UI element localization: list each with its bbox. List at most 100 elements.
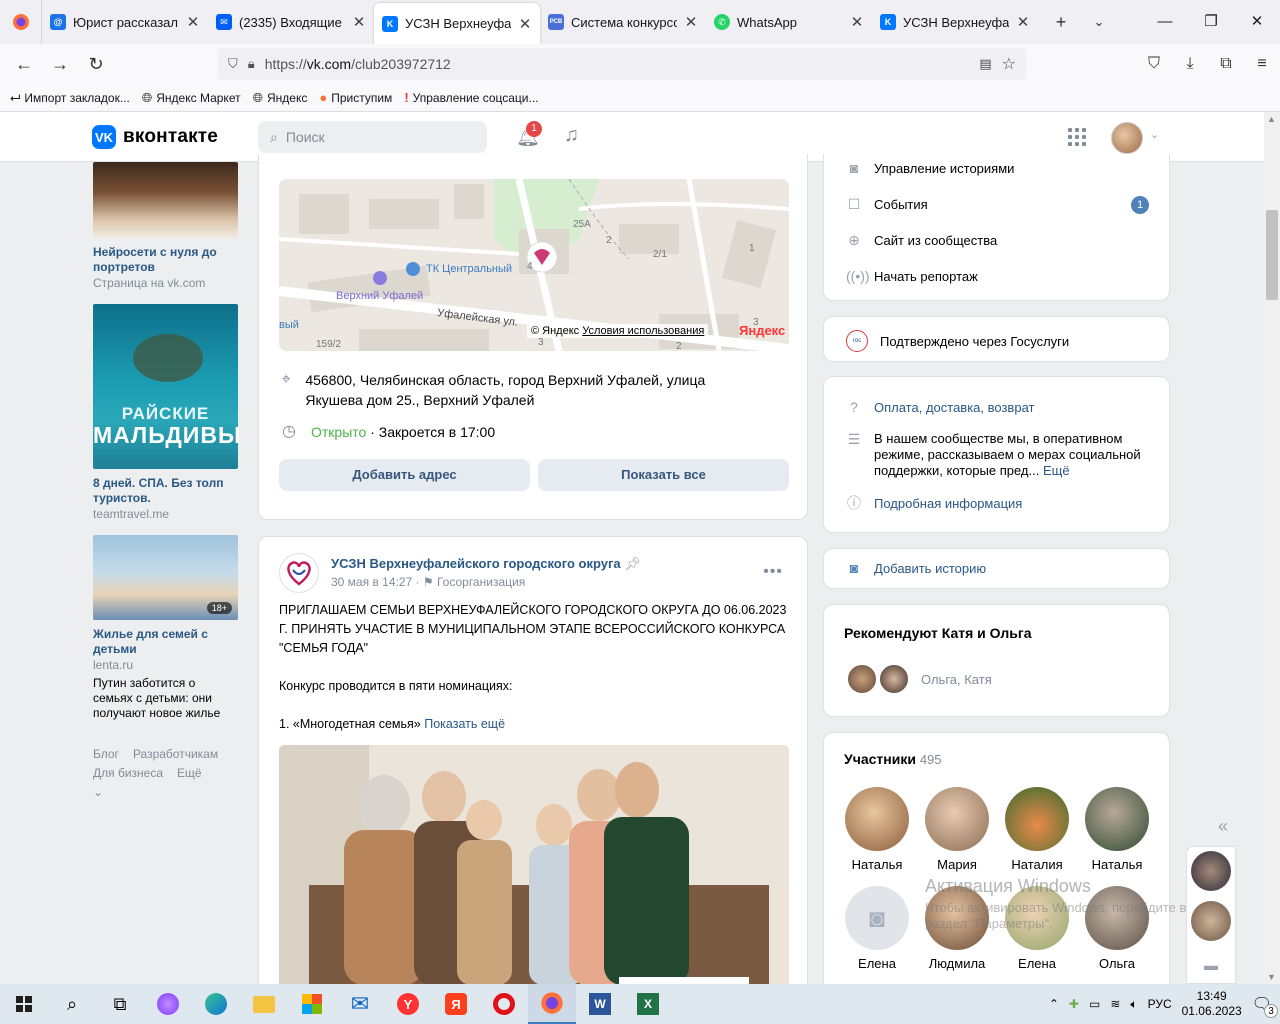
add-story-card[interactable]: ◙ Добавить историю bbox=[823, 548, 1170, 589]
map[interactable]: ТК Центральный Верхний Уфалей Уфалейская… bbox=[279, 179, 789, 351]
tab-list-chevron-icon[interactable]: ⌄ bbox=[1080, 14, 1118, 30]
tab-konkurs[interactable]: РСВ Система конкурсо ✕ bbox=[540, 0, 706, 44]
ad-family[interactable]: 18+ Жилье для семей с детьми lenta.ru Пу… bbox=[93, 535, 238, 721]
close-tab-icon[interactable]: ✕ bbox=[186, 13, 200, 31]
volume-icon[interactable]: 🔈︎ bbox=[1130, 997, 1137, 1012]
members-title[interactable]: Участники 495 bbox=[844, 751, 942, 767]
menu-site[interactable]: ⊕ Сайт из сообщества bbox=[846, 232, 997, 248]
show-more-link[interactable]: Показать ещё bbox=[424, 717, 505, 731]
language-indicator[interactable]: РУС bbox=[1148, 997, 1172, 1011]
close-tab-icon[interactable]: ✕ bbox=[518, 15, 532, 33]
tray-chevron-up-icon[interactable]: ⌃ bbox=[1049, 997, 1059, 1011]
tab-uszn-2[interactable]: K УСЗН Верхнеуфале ✕ bbox=[872, 0, 1038, 44]
show-all-button[interactable]: Показать все bbox=[538, 459, 789, 491]
new-tab-icon[interactable]: + bbox=[1042, 12, 1080, 33]
member[interactable]: Наталья bbox=[843, 787, 911, 872]
chat-bubble-icon[interactable]: ▬ bbox=[1204, 957, 1218, 973]
music-icon[interactable]: ♫ bbox=[564, 124, 579, 147]
tab-inbox[interactable]: ✉ (2335) Входящие - Г ✕ bbox=[208, 0, 374, 44]
member[interactable]: Мария bbox=[923, 787, 991, 872]
pocket-icon[interactable]: ⛉ bbox=[1136, 55, 1172, 73]
avatar[interactable] bbox=[1111, 122, 1143, 154]
menu-events[interactable]: ☐ События bbox=[846, 196, 928, 212]
member[interactable]: Наталия bbox=[1003, 787, 1071, 872]
vk-logo[interactable]: VK вконтакте bbox=[92, 125, 218, 149]
bookmark-socseti[interactable]: ! Управление соцсаци... bbox=[404, 90, 538, 105]
reader-view-icon[interactable]: ▤ bbox=[979, 56, 991, 72]
tab-yurist[interactable]: @ Юрист рассказал о ✕ bbox=[42, 0, 208, 44]
footer-link-business[interactable]: Для бизнеса bbox=[93, 766, 163, 780]
post-author[interactable]: УСЗН Верхнеуфалейского городского округа… bbox=[331, 556, 641, 572]
scroll-up-icon[interactable]: ▲ bbox=[1267, 114, 1276, 124]
avatar[interactable] bbox=[878, 663, 910, 695]
menu-stories[interactable]: ◙ Управление историями bbox=[846, 160, 1015, 176]
firefox-icon[interactable] bbox=[528, 984, 576, 1024]
lock-icon[interactable]: 🔒︎ bbox=[248, 56, 255, 72]
recommend-names[interactable]: Ольга, Катя bbox=[921, 672, 992, 687]
clock[interactable]: 13:49 01.06.2023 bbox=[1182, 989, 1242, 1019]
delivery-link[interactable]: ? Оплата, доставка, возврат bbox=[846, 399, 1034, 415]
reload-icon[interactable]: ↻ bbox=[78, 54, 114, 75]
network-icon[interactable]: ≋ bbox=[1110, 997, 1120, 1011]
bookmark-yandex[interactable]: 🌐︎ Яндекс bbox=[253, 90, 308, 106]
notifications-bell-icon[interactable]: 🔔︎ 1 bbox=[516, 121, 542, 149]
bookmark-star-icon[interactable]: ☆ bbox=[1002, 54, 1016, 74]
details-link[interactable]: ⓘ Подробная информация bbox=[846, 495, 1022, 511]
menu-broadcast[interactable]: ((•)) Начать репортаж bbox=[846, 268, 978, 284]
close-tab-icon[interactable]: ✕ bbox=[1016, 13, 1030, 31]
yandex-icon[interactable]: Я bbox=[432, 984, 480, 1024]
desc-more-link[interactable]: Ещё bbox=[1043, 463, 1070, 478]
downloads-icon[interactable]: ⤓ bbox=[1172, 55, 1208, 73]
chevron-down-icon[interactable]: ⌄ bbox=[1150, 128, 1159, 141]
ad-family-image[interactable]: 18+ bbox=[93, 535, 238, 620]
opera-icon[interactable] bbox=[480, 984, 528, 1024]
tray-app-icon[interactable]: ✚ bbox=[1069, 997, 1079, 1011]
tab-whatsapp[interactable]: ✆ WhatsApp ✕ bbox=[706, 0, 872, 44]
window-close-icon[interactable]: ✕ bbox=[1234, 0, 1280, 44]
post-photo[interactable] bbox=[279, 745, 789, 985]
member[interactable]: Наталья bbox=[1083, 787, 1151, 872]
url-bar[interactable]: ⛉ 🔒︎ https://vk.com/club203972712 ▤ ☆ bbox=[218, 48, 1026, 80]
footer-link-blog[interactable]: Блог bbox=[93, 747, 119, 761]
mail-icon[interactable]: ✉ bbox=[336, 984, 384, 1024]
post-date[interactable]: 30 мая в 14:27 bbox=[331, 575, 412, 589]
ad-turtle-image[interactable]: РАЙСКИЕ МАЛЬДИВЫ bbox=[93, 304, 240, 469]
shield-icon[interactable]: ⛉ bbox=[228, 56, 238, 72]
ad-maldives[interactable]: РАЙСКИЕ МАЛЬДИВЫ 8 дней. СПА. Без толп т… bbox=[93, 304, 240, 521]
alice-icon[interactable] bbox=[144, 984, 192, 1024]
scroll-down-icon[interactable]: ▼ bbox=[1267, 972, 1276, 982]
bookmark-yandex-market[interactable]: 🌐︎ Яндекс Маркет bbox=[142, 90, 241, 106]
member[interactable]: ◙ Елена bbox=[843, 886, 911, 971]
close-tab-icon[interactable]: ✕ bbox=[684, 13, 698, 31]
apps-grid-icon[interactable] bbox=[1068, 128, 1086, 146]
post-more-icon[interactable]: ••• bbox=[763, 563, 783, 581]
scrollbar-thumb[interactable] bbox=[1266, 210, 1278, 300]
store-icon[interactable] bbox=[288, 984, 336, 1024]
page-scrollbar[interactable]: ▲ ▼ bbox=[1264, 112, 1280, 984]
extensions-icon[interactable]: ⧉ bbox=[1208, 55, 1244, 73]
ad-portrait-image[interactable] bbox=[93, 162, 238, 238]
restore-icon[interactable]: ❐ bbox=[1188, 0, 1234, 44]
footer-link-dev[interactable]: Разработчикам bbox=[133, 747, 218, 761]
back-icon[interactable]: ← bbox=[6, 54, 42, 75]
forward-icon[interactable]: → bbox=[42, 54, 78, 75]
yandex-browser-icon[interactable]: Y bbox=[384, 984, 432, 1024]
hamburger-menu-icon[interactable]: ≡ bbox=[1244, 55, 1280, 73]
search-input[interactable]: ⌕ Поиск bbox=[258, 121, 487, 153]
community-avatar[interactable] bbox=[279, 553, 319, 593]
windows-start-icon[interactable] bbox=[0, 984, 48, 1024]
close-tab-icon[interactable]: ✕ bbox=[850, 13, 864, 31]
avatar[interactable] bbox=[846, 663, 878, 695]
word-icon[interactable]: W bbox=[576, 984, 624, 1024]
gosuslugi-card[interactable]: гос Подтверждено через Госуслуги bbox=[823, 316, 1170, 362]
firefox-menu-icon[interactable] bbox=[0, 0, 42, 44]
search-icon[interactable]: ⌕ bbox=[48, 984, 96, 1024]
map-terms-link[interactable]: Условия использования bbox=[582, 325, 704, 337]
tray-device-icon[interactable]: ▭ bbox=[1089, 997, 1100, 1011]
add-address-button[interactable]: Добавить адрес bbox=[279, 459, 530, 491]
edge-icon[interactable] bbox=[192, 984, 240, 1024]
url-text[interactable]: https://vk.com/club203972712 bbox=[265, 56, 970, 72]
bookmark-import[interactable]: ⮠ Импорт закладок... bbox=[10, 90, 130, 106]
file-explorer-icon[interactable] bbox=[240, 984, 288, 1024]
ad-neuro[interactable]: Нейросети с нуля до портретов Страница н… bbox=[93, 162, 238, 290]
